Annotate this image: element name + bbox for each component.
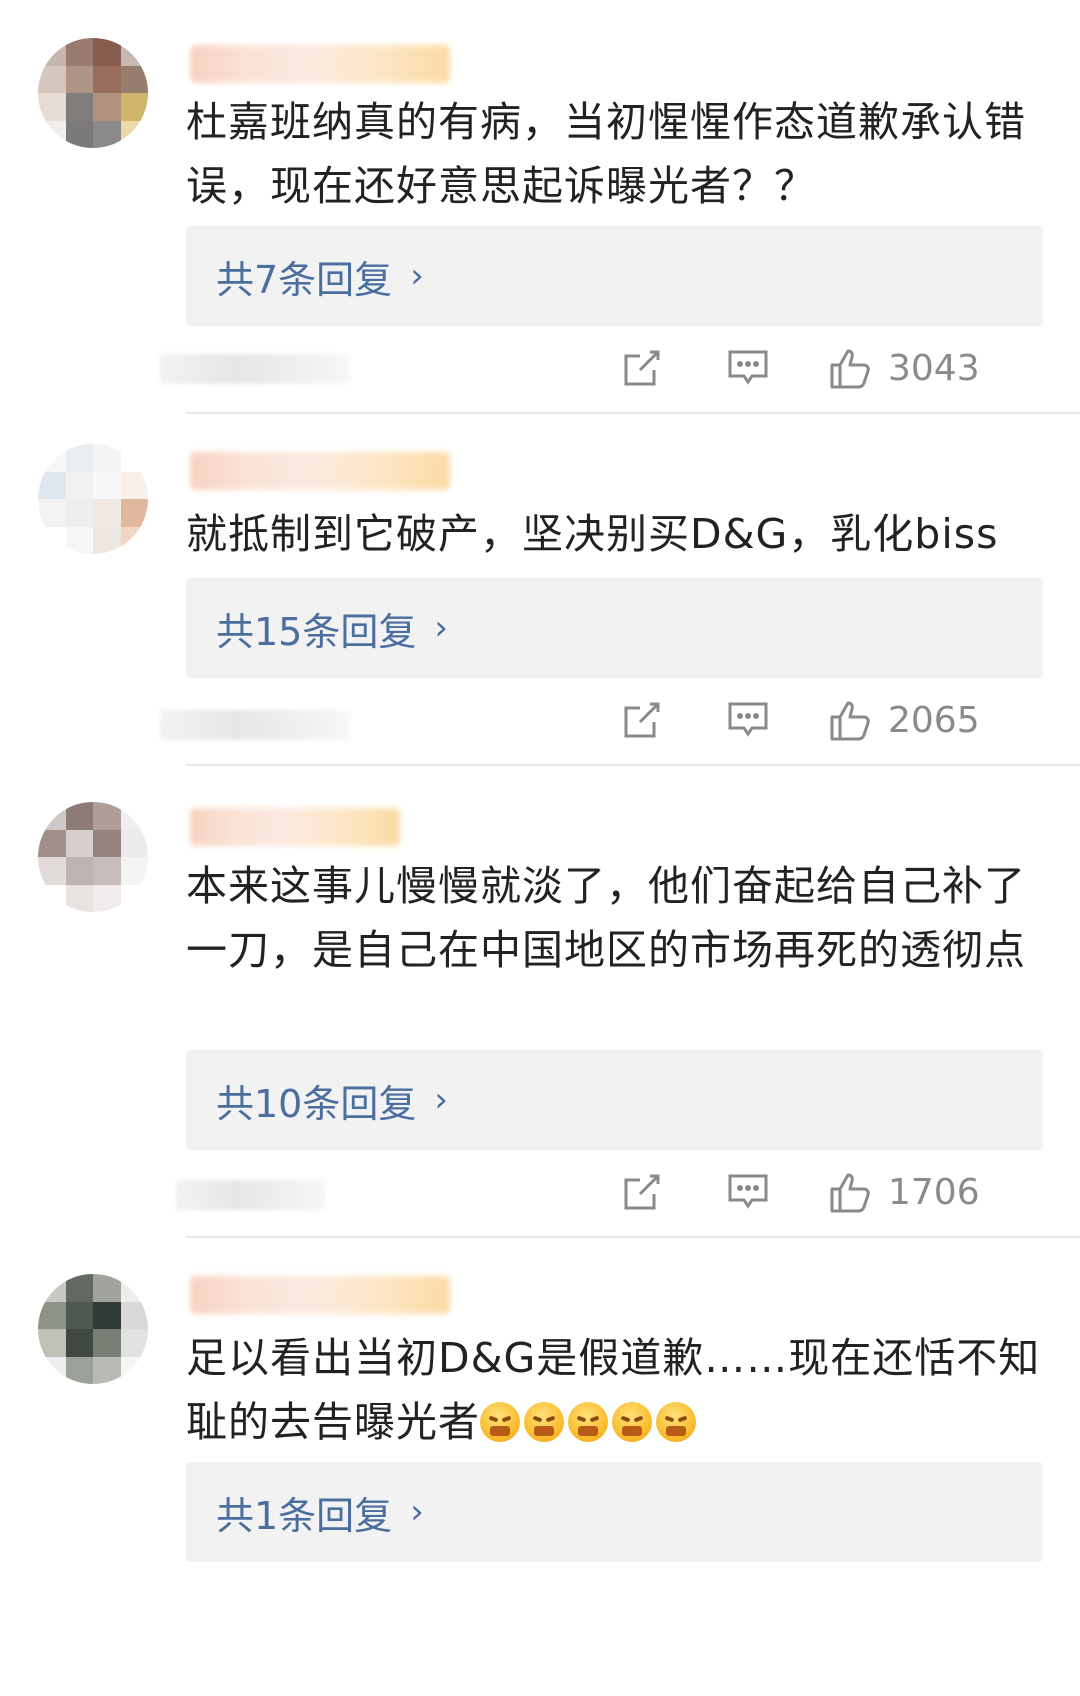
comment-text: 杜嘉班纳真的有病，当初惺惺作态道歉承认错误，现在还好意思起诉曝光者？？ [186,98,1026,210]
divider [186,1236,1080,1238]
like-count: 1706 [888,1171,980,1213]
thumbs-up-icon [830,349,870,389]
share-icon [624,1174,660,1210]
avatar[interactable] [38,38,148,148]
avatar[interactable] [38,802,148,912]
chevron-right-icon: › [410,256,424,296]
share-button[interactable] [620,1162,664,1222]
username-redacted[interactable] [190,452,450,490]
emoji-group [480,1402,696,1442]
divider [186,412,1080,414]
comment-icon [728,350,768,385]
chevron-right-icon: › [434,608,448,648]
angry-emoji-icon [480,1402,520,1442]
reply-count-link[interactable]: 共1条回复 [216,1485,392,1540]
reply-summary[interactable]: 共1条回复 › [186,1462,1043,1562]
comment-text: 就抵制到它破产，坚决别买D&G，乳化biss [186,510,999,558]
divider [186,764,1080,766]
like-button[interactable]: 3043 [828,338,980,398]
like-count: 3043 [888,347,980,389]
avatar[interactable] [38,1274,148,1384]
angry-emoji-icon [568,1402,608,1442]
angry-emoji-icon [612,1402,652,1442]
like-button[interactable]: 2065 [828,690,980,750]
comment-icon [728,702,768,737]
share-button[interactable] [620,690,664,750]
thumbs-up-icon [830,1173,870,1213]
comment-button[interactable] [726,1162,770,1222]
username-redacted[interactable] [190,1276,450,1314]
username-redacted[interactable] [190,808,400,846]
reply-count-link[interactable]: 共7条回复 [216,249,392,304]
reply-summary[interactable]: 共15条回复 › [186,578,1043,678]
comment-button[interactable] [726,338,770,398]
avatar[interactable] [38,444,148,554]
comment-icon [728,1174,768,1209]
reply-count-link[interactable]: 共10条回复 [216,1073,416,1128]
comment-button[interactable] [726,690,770,750]
comment-text: 足以看出当初D&G是假道歉……现在还恬不知耻的去告曝光者 [186,1326,1056,1454]
reply-summary[interactable]: 共10条回复 › [186,1050,1043,1150]
chevron-right-icon: › [410,1492,424,1532]
angry-emoji-icon [524,1402,564,1442]
like-count: 2065 [888,699,980,741]
share-icon [624,350,660,386]
reply-count-link[interactable]: 共15条回复 [216,601,416,656]
comment-text: 本来这事儿慢慢就淡了，他们奋起给自己补了一刀，是自己在中国地区的市场再死的透彻点 [186,862,1026,974]
thumbs-up-icon [830,701,870,741]
reply-summary[interactable]: 共7条回复 › [186,226,1043,326]
share-icon [624,702,660,738]
chevron-right-icon: › [434,1080,448,1120]
like-button[interactable]: 1706 [828,1162,980,1222]
username-redacted[interactable] [190,45,450,83]
angry-emoji-icon [656,1402,696,1442]
share-button[interactable] [620,338,664,398]
